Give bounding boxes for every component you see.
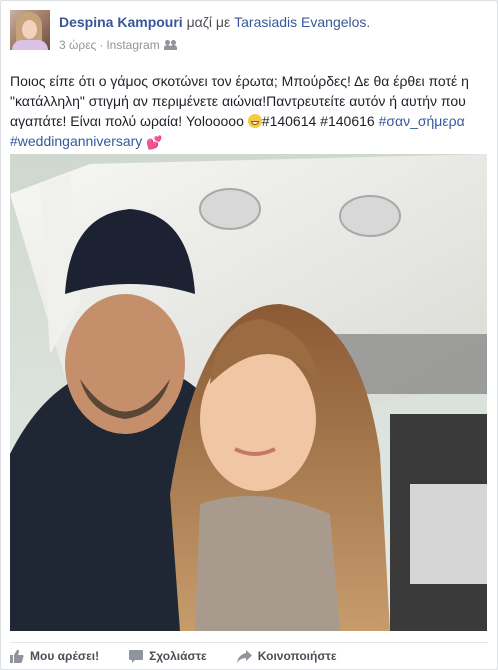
post-text-numbers: #140614 #140616 — [261, 113, 375, 129]
timestamp-link[interactable]: 3 ώρες — [59, 38, 96, 52]
grinning-face-icon — [247, 114, 262, 128]
comment-button[interactable]: Σχολιάστε — [129, 649, 207, 663]
actions-divider — [10, 642, 488, 643]
post-actions: Μου αρέσει! Σχολιάστε Κοινοποιήστε — [10, 649, 367, 663]
post-card: Despina Kampouri μαζί με Tarasiadis Evan… — [0, 0, 498, 670]
share-button[interactable]: Κοινοποιήστε — [236, 649, 337, 663]
share-label: Κοινοποιήστε — [257, 649, 337, 663]
post-header: Despina Kampouri μαζί με Tarasiadis Evan… — [59, 14, 370, 30]
two-hearts-icon: 💕 — [146, 135, 163, 150]
comment-icon — [129, 649, 144, 663]
meta-separator: · — [99, 38, 104, 52]
like-label: Μου αρέσει! — [30, 649, 100, 663]
share-arrow-icon — [236, 649, 252, 663]
hashtag-link[interactable]: #σαν_σήμερα — [379, 113, 465, 129]
friends-icon[interactable] — [163, 40, 178, 50]
source-label: Instagram — [106, 38, 160, 52]
post-meta: 3 ώρες · Instagram — [59, 38, 178, 52]
with-word: μαζί με — [186, 14, 231, 30]
comment-label: Σχολιάστε — [149, 649, 207, 663]
author-name-link[interactable]: Despina Kampouri — [59, 14, 183, 30]
selfie-photo-illustration — [10, 154, 487, 631]
hashtag-link[interactable]: #weddinganniversary — [10, 133, 142, 149]
post-text: Ποιος είπε ότι ο γάμος σκοτώνει τον έρωτ… — [10, 71, 490, 153]
tagged-person-link[interactable]: Tarasiadis Evangelos. — [234, 14, 370, 30]
post-photo[interactable] — [10, 154, 487, 631]
thumbs-up-icon — [10, 649, 24, 663]
author-avatar[interactable] — [10, 10, 50, 50]
like-button[interactable]: Μου αρέσει! — [10, 649, 99, 663]
